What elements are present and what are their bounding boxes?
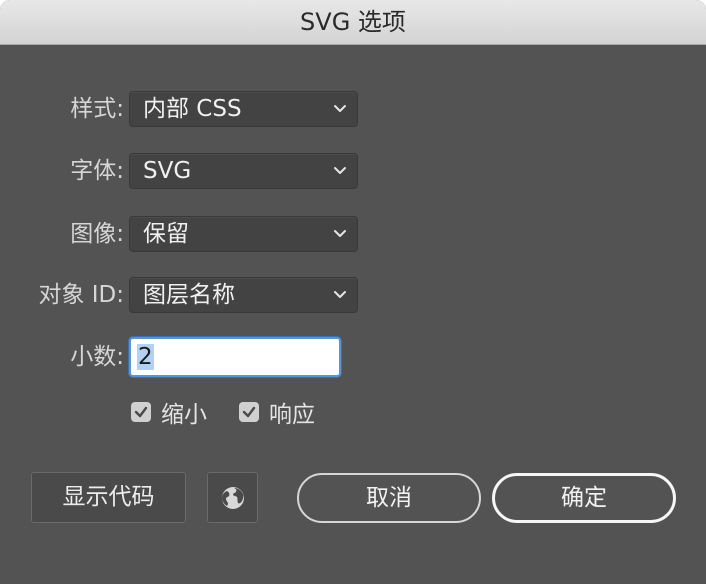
responsive-checkbox[interactable]: 响应	[239, 400, 315, 428]
responsive-label: 响应	[269, 402, 315, 428]
style-label: 样式:	[70, 96, 124, 122]
svg-options-dialog: SVG 选项 样式: 内部 CSS 字体: SVG 图像: 保留 对象 ID: …	[0, 0, 706, 584]
show-code-button[interactable]: 显示代码	[31, 472, 186, 523]
object-id-label: 对象 ID:	[38, 282, 124, 308]
globe-button[interactable]	[207, 472, 258, 523]
style-select[interactable]: 内部 CSS	[129, 91, 358, 127]
font-select[interactable]: SVG	[129, 153, 358, 189]
globe-icon	[221, 486, 244, 509]
minify-label: 缩小	[161, 402, 207, 428]
minify-checkbox[interactable]: 缩小	[131, 400, 207, 428]
image-label: 图像:	[70, 221, 124, 247]
dialog-title: SVG 选项	[0, 0, 706, 45]
decimal-input-value: 2	[137, 344, 154, 370]
decimal-input[interactable]: 2	[129, 337, 341, 377]
font-select-value: SVG	[143, 158, 192, 184]
chevron-down-icon	[334, 105, 346, 112]
image-select-value: 保留	[143, 221, 189, 247]
image-select[interactable]: 保留	[129, 216, 358, 252]
object-id-select-value: 图层名称	[143, 282, 235, 308]
chevron-down-icon	[334, 167, 346, 174]
decimal-label: 小数:	[70, 344, 124, 370]
cancel-button[interactable]: 取消	[297, 473, 481, 523]
chevron-down-icon	[334, 291, 346, 298]
font-label: 字体:	[70, 158, 124, 184]
object-id-select[interactable]: 图层名称	[129, 277, 358, 313]
style-select-value: 内部 CSS	[143, 96, 242, 122]
checkmark-icon	[239, 402, 259, 422]
chevron-down-icon	[334, 230, 346, 237]
checkmark-icon	[131, 402, 151, 422]
ok-button[interactable]: 确定	[492, 473, 676, 523]
